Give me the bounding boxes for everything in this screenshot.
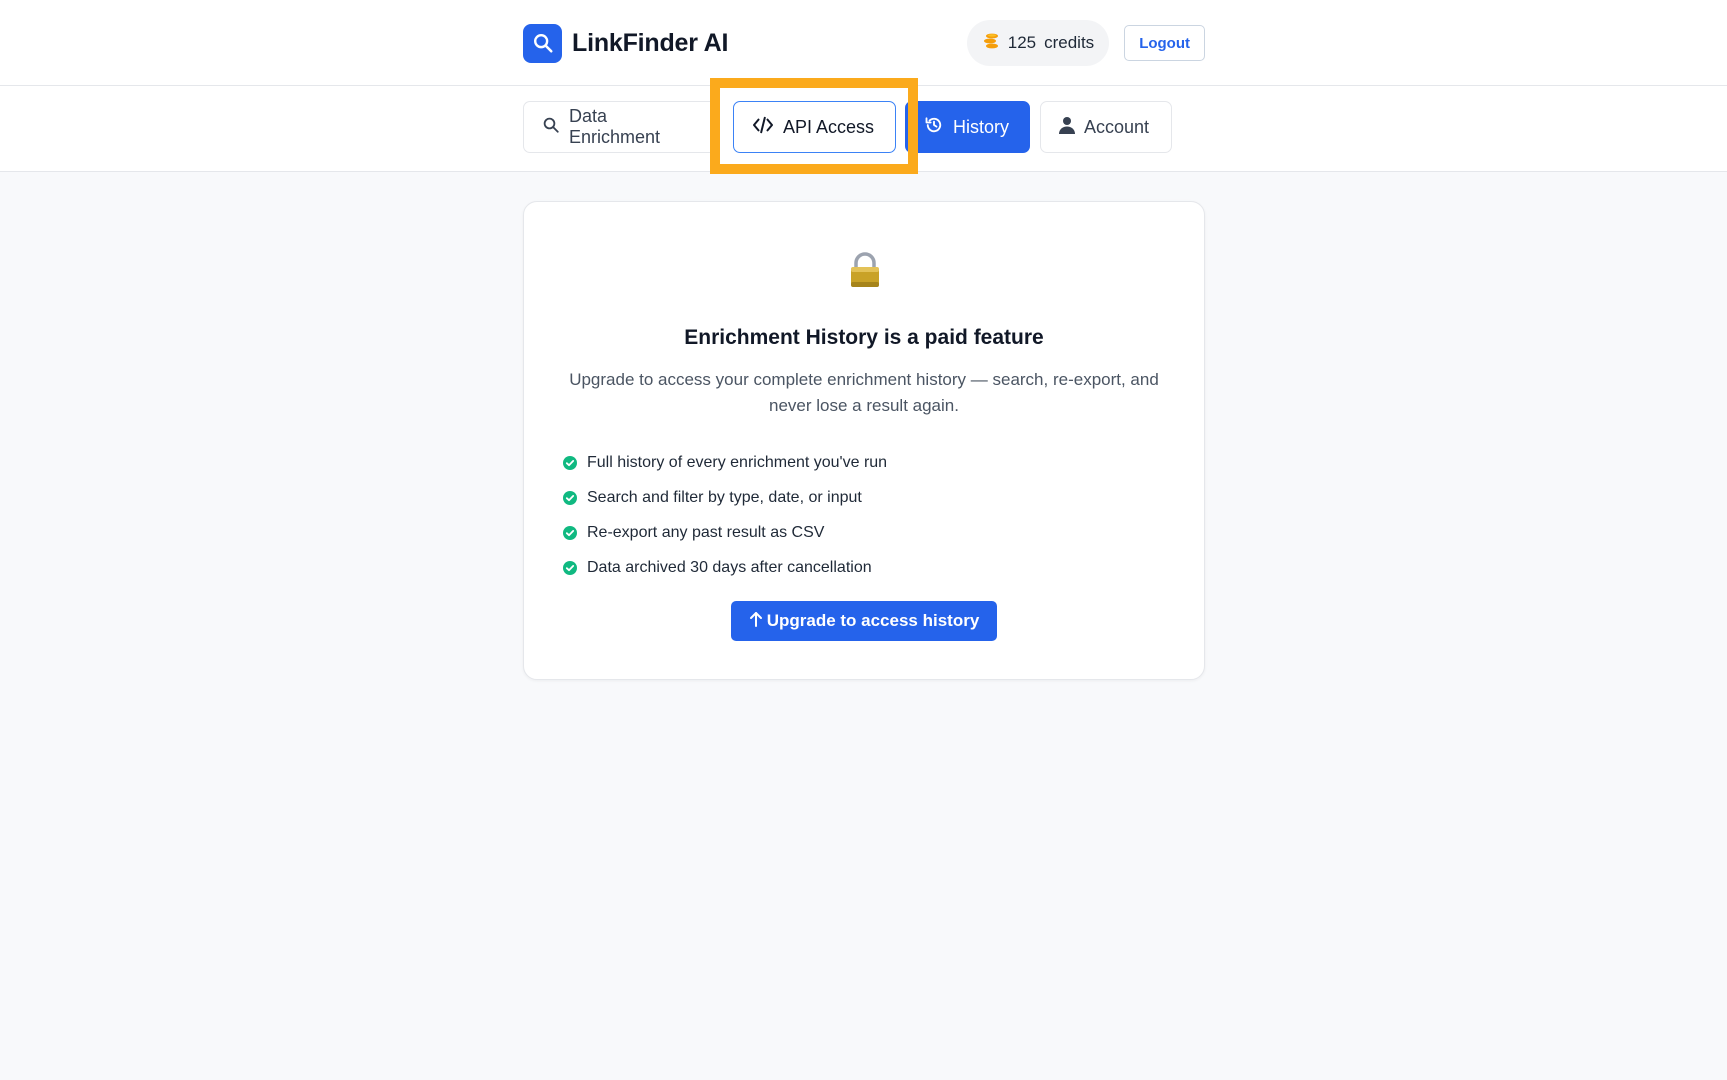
brand-name: LinkFinder AI <box>572 28 729 57</box>
search-icon <box>542 116 560 139</box>
paywall-card: Enrichment History is a paid feature Upg… <box>523 201 1205 680</box>
credits-count: 125 <box>1007 33 1037 52</box>
user-icon <box>1059 116 1075 139</box>
header-actions: 125 credits Logout <box>966 20 1205 66</box>
tab-api-access[interactable]: API Access <box>733 101 896 153</box>
code-icon <box>752 116 774 139</box>
search-icon <box>523 23 562 63</box>
check-circle-icon <box>563 490 577 505</box>
upgrade-button[interactable]: Upgrade to access history <box>731 601 997 641</box>
coins-icon <box>982 32 1000 55</box>
check-circle-icon <box>563 560 577 575</box>
tab-account[interactable]: Account <box>1040 101 1172 153</box>
upgrade-label: Upgrade to access history <box>766 611 980 630</box>
logout-button[interactable]: Logout <box>1124 25 1205 61</box>
lock-icon <box>848 252 882 288</box>
brand[interactable]: LinkFinder AI <box>523 23 729 63</box>
paywall-description: Upgrade to access your complete enrichme… <box>569 370 1159 415</box>
paywall-title: Enrichment History is a paid feature <box>684 326 1044 349</box>
list-item: Data archived 30 days after cancellation <box>563 550 887 585</box>
tab-data-enrichment[interactable]: Data Enrichment <box>523 101 710 153</box>
check-circle-icon <box>563 525 577 540</box>
tab-label: Account <box>1084 116 1150 137</box>
tab-label: History <box>953 116 1010 137</box>
arrow-up-icon <box>749 611 763 632</box>
header-inner: LinkFinder AI 125 credits Logout <box>523 0 1205 86</box>
check-circle-icon <box>563 455 577 470</box>
tab-history[interactable]: History <box>905 101 1030 153</box>
list-item: Full history of every enrichment you've … <box>563 445 887 480</box>
feature-text: Data archived 30 days after cancellation <box>587 558 872 576</box>
feature-text: Search and filter by type, date, or inpu… <box>587 488 862 506</box>
list-item: Re-export any past result as CSV <box>563 515 887 550</box>
feature-text: Full history of every enrichment you've … <box>587 453 888 471</box>
feature-list: Full history of every enrichment you've … <box>563 445 887 585</box>
credits-badge: 125 credits <box>966 20 1110 66</box>
history-icon <box>924 115 944 140</box>
tab-label: API Access <box>783 116 875 137</box>
app-header: LinkFinder AI 125 credits Logout <box>0 0 1727 86</box>
nav-tabs: Data Enrichment API Access History Accou… <box>0 78 1727 174</box>
credits-label: credits <box>1044 33 1095 52</box>
tab-label: Data Enrichment <box>569 106 661 147</box>
list-item: Search and filter by type, date, or inpu… <box>563 480 887 515</box>
feature-text: Re-export any past result as CSV <box>587 523 825 541</box>
